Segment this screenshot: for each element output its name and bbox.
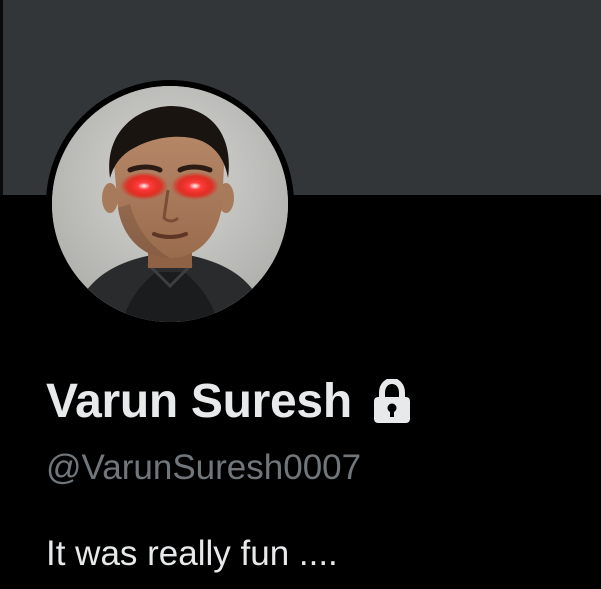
right-eye-glow	[171, 172, 219, 200]
profile-photo	[52, 86, 288, 322]
avatar[interactable]	[52, 86, 288, 322]
avatar-ring	[46, 80, 294, 328]
profile-bio: It was really fun ....	[46, 534, 338, 573]
name-row: Varun Suresh	[46, 372, 412, 432]
left-eye-glow	[120, 172, 168, 200]
profile-handle: @VarunSuresh0007	[46, 448, 362, 487]
banner-edge	[0, 0, 3, 195]
display-name: Varun Suresh	[46, 375, 352, 428]
lock-icon[interactable]	[372, 377, 412, 425]
